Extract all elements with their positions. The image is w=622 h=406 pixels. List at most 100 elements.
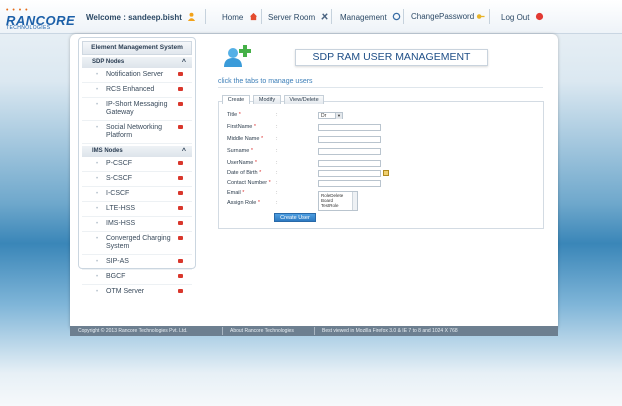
sidebar-item-label: I-CSCF	[106, 190, 130, 197]
nav-change-password[interactable]: ChangePassword	[411, 12, 474, 21]
field-label-firstname: FirstName *	[227, 124, 256, 130]
nav-management[interactable]: Management	[340, 12, 401, 22]
field-colon: :	[276, 112, 278, 118]
field-colon: :	[276, 148, 278, 154]
users-icon	[224, 45, 251, 67]
sidebar-item-otm-server[interactable]: • OTM Server	[82, 285, 192, 299]
sidebar-item-ims-hss[interactable]: • IMS-HSS	[82, 217, 192, 232]
sidebar-item-ip-short-messaging-gateway[interactable]: • IP-Short Messaging Gateway	[82, 98, 192, 121]
sidebar-item-bgcf[interactable]: • BGCF	[82, 270, 192, 285]
contact-number-input[interactable]	[318, 180, 381, 187]
assign-role-listbox[interactable]: RoleDelete Board TestRole	[318, 191, 358, 211]
nav-logout[interactable]: Log Out	[501, 12, 544, 22]
node-status-icon	[178, 72, 183, 76]
node-status-icon	[178, 161, 183, 165]
node-status-icon	[178, 221, 183, 225]
title-select[interactable]: Dr ▼	[318, 112, 343, 119]
required-mark: *	[250, 148, 253, 154]
nav-management-label: Management	[340, 13, 387, 22]
nav-divider	[205, 9, 206, 24]
bullet-icon: •	[96, 176, 99, 182]
nav-logout-label: Log Out	[501, 13, 530, 22]
sidebar-item-label: Notification Server	[106, 71, 164, 78]
listbox-scrollbar[interactable]	[352, 192, 357, 210]
nav-divider	[403, 9, 404, 24]
middlename-input[interactable]	[318, 136, 381, 143]
tab-view-delete[interactable]: View/Delete	[284, 95, 324, 104]
field-label-text: Assign Role	[227, 200, 257, 206]
bullet-icon: •	[96, 191, 99, 197]
bullet-icon: •	[96, 102, 99, 108]
bullet-icon: •	[96, 221, 99, 227]
nav-change-password-label: ChangePassword	[411, 12, 475, 21]
bullet-icon: •	[96, 289, 99, 295]
sidebar-group-label: SDP Nodes	[92, 59, 125, 65]
key-icon[interactable]	[476, 12, 485, 21]
sidebar-item-lte-hss[interactable]: • LTE-HSS	[82, 202, 192, 217]
sidebar-item-sip-as[interactable]: • SIP-AS	[82, 255, 192, 270]
sidebar-item-label: Converged Charging System	[106, 235, 171, 250]
top-bar: • • • • RANCORE TECHNOLOGIES Welcome : s…	[0, 0, 622, 34]
sidebar-item-label: OTM Server	[106, 288, 145, 295]
field-label-middlename: Middle Name *	[227, 136, 263, 142]
node-status-icon	[178, 206, 183, 210]
surname-input[interactable]	[318, 148, 381, 155]
field-label-username: UserName *	[227, 160, 257, 166]
required-mark: *	[253, 124, 257, 130]
chevron-up-icon: ^	[181, 148, 186, 155]
management-icon	[392, 12, 401, 21]
field-colon: :	[276, 136, 278, 142]
dob-input[interactable]	[318, 170, 381, 177]
field-colon: :	[276, 200, 278, 206]
sidebar-item-rcs-enhanced[interactable]: • RCS Enhanced	[82, 83, 192, 98]
bullet-icon: •	[96, 161, 99, 167]
nav-server-room[interactable]: Server Room	[268, 12, 329, 22]
field-colon: :	[276, 180, 278, 186]
tab-create[interactable]: Create	[222, 95, 250, 104]
welcome-text: Welcome : sandeep.bisht	[86, 12, 196, 22]
divider	[218, 87, 543, 88]
logout-icon	[535, 12, 543, 21]
sidebar-item-p-cscf[interactable]: • P-CSCF	[82, 157, 192, 172]
tools-icon	[321, 13, 329, 20]
field-colon: :	[276, 160, 278, 166]
sidebar-item-social-networking-platform[interactable]: • Social Networking Platform	[82, 121, 192, 144]
required-mark: *	[238, 112, 241, 118]
node-status-icon	[178, 289, 183, 293]
field-label-email: Email *	[227, 190, 244, 196]
field-label-text: FirstName	[227, 124, 253, 130]
field-label-text: Surname	[227, 148, 250, 154]
sidebar-group-sdp-nodes[interactable]: SDP Nodes ^	[82, 57, 192, 68]
nav-divider	[331, 9, 332, 24]
calendar-icon[interactable]	[383, 170, 389, 176]
nav-home[interactable]: Home	[222, 12, 258, 22]
nav-divider	[261, 9, 262, 24]
sidebar-item-label: LTE-HSS	[106, 205, 136, 212]
username-input[interactable]	[318, 160, 381, 167]
required-mark: *	[257, 200, 261, 206]
company-logo[interactable]: • • • • RANCORE TECHNOLOGIES	[6, 7, 75, 31]
field-label-text: Title	[227, 112, 238, 118]
firstname-input[interactable]	[318, 124, 381, 131]
chevron-down-icon: ▼	[335, 113, 342, 119]
bullet-icon: •	[96, 125, 99, 131]
field-label-text: UserName	[227, 160, 254, 166]
node-status-icon	[178, 236, 183, 240]
footer-about-link[interactable]: About Rancore Technologies	[230, 326, 294, 336]
home-icon	[249, 12, 257, 21]
sidebar-item-label: IP-Short Messaging Gateway	[106, 101, 168, 116]
sidebar: Element Management System SDP Nodes ^ • N…	[78, 37, 196, 295]
field-label-assign-role: Assign Role *	[227, 200, 260, 206]
bullet-icon: •	[96, 259, 99, 265]
sidebar-item-i-cscf[interactable]: • I-CSCF	[82, 187, 192, 202]
create-user-button[interactable]: Create User	[274, 213, 316, 222]
sidebar-item-converged-charging-system[interactable]: • Converged Charging System	[82, 232, 192, 255]
sidebar-item-label: BGCF	[106, 273, 126, 280]
sidebar-group-ims-nodes[interactable]: IMS Nodes ^	[82, 146, 192, 157]
tab-modify[interactable]: Modify	[253, 95, 281, 104]
sidebar-item-notification-server[interactable]: • Notification Server	[82, 68, 192, 83]
footer: Copyright © 2013 Rancore Technologies Pv…	[70, 326, 558, 336]
field-label-surname: Surname *	[227, 148, 253, 154]
sidebar-item-s-cscf[interactable]: • S-CSCF	[82, 172, 192, 187]
bullet-icon: •	[96, 206, 99, 212]
